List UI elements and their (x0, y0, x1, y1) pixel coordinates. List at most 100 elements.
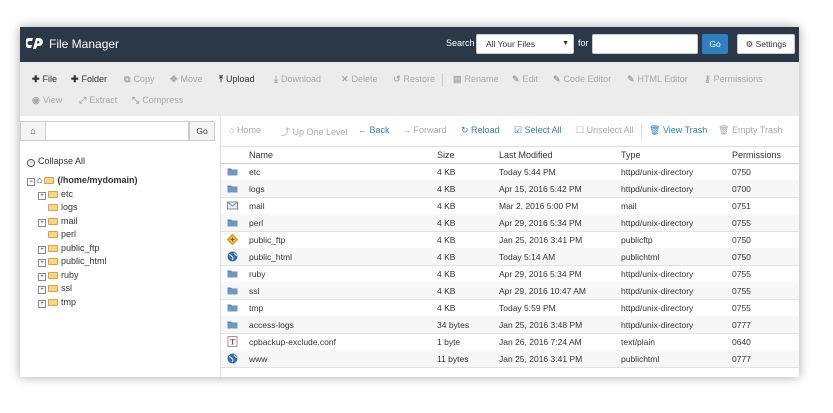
new-file-button[interactable]: ✚ File (32, 74, 57, 85)
permissions-label: Permissions (713, 74, 763, 84)
tree-item-etc[interactable]: + etc (38, 189, 73, 200)
table-row[interactable]: logs 4 KB Apr 15, 2016 5:42 PM httpd/unix-d… (221, 180, 799, 198)
table-row[interactable]: public_ftp 4 KB Jan 25, 2016 3:41 PM public… (221, 231, 799, 249)
tree-item-ruby[interactable]: + ruby (38, 270, 79, 281)
tree-item-label: logs (61, 202, 78, 212)
move-button[interactable]: ✥ Move (170, 74, 203, 85)
tree-item-label: perl (61, 229, 77, 239)
view-trash-button[interactable]: 🗑︎ View Trash (649, 125, 707, 136)
tree-item-label: tmp (61, 297, 77, 307)
download-icon: ⤓ (274, 74, 278, 84)
table-row[interactable]: perl 4 KB Apr 29, 2016 5:34 PM httpd/unix-d… (221, 214, 799, 232)
permissions-cell: 0755 (732, 218, 751, 228)
table-row[interactable]: public_html 4 KB Today 5:14 AM publichtml 07… (221, 248, 799, 266)
search-go-button[interactable]: Go (702, 34, 728, 54)
path-go-button[interactable]: Go (189, 121, 215, 141)
home-icon: ⌂ (30, 126, 36, 136)
select-caret-icon: ▼ (562, 40, 569, 47)
copy-button[interactable]: ⧉ Copy (124, 74, 154, 85)
home-button[interactable]: ⌂ (20, 121, 46, 141)
table-row[interactable]: www 11 bytes Jan 25, 2016 3:41 PM publichtm… (221, 350, 799, 368)
last-modified-cell: Jan 25, 2016 3:48 PM (499, 320, 583, 330)
empty-trash-button[interactable]: 🗑︎ Empty Trash (718, 125, 782, 136)
home-nav-button[interactable]: ⌂ Home (229, 125, 261, 135)
folder-icon (227, 166, 238, 177)
search-input[interactable] (592, 34, 698, 54)
gear-icon: ⚙ (745, 39, 754, 49)
back-button[interactable]: ← Back (358, 125, 390, 135)
column-header-permissions[interactable]: Permissions (732, 150, 781, 160)
directory-tree-pane: ⌂ Go − Collapse All − ⌂ (/home/mydomain) + e… (20, 116, 221, 377)
restore-button[interactable]: ↺ Restore (393, 74, 435, 85)
rename-button[interactable]: ▤ Rename (453, 74, 499, 85)
download-button[interactable]: ⤓ Download (274, 74, 321, 85)
file-type-cell: publichtml (621, 252, 660, 262)
permissions-button[interactable]: ⚷ Permissions (704, 74, 763, 85)
file-size-cell: 4 KB (437, 303, 456, 313)
folder-icon (48, 218, 58, 225)
tree-item-tmp[interactable]: + tmp (38, 297, 76, 308)
mail-icon (227, 200, 238, 211)
tree-item-label: etc (61, 189, 74, 199)
trash-icon: 🗑︎ (718, 125, 732, 135)
text-file-icon: T (227, 336, 238, 347)
column-header-type[interactable]: Type (621, 150, 641, 160)
column-header-size[interactable]: Size (437, 150, 455, 160)
last-modified-cell: Apr 29, 2016 5:34 PM (499, 269, 582, 279)
file-size-cell: 4 KB (437, 167, 456, 177)
code-editor-button[interactable]: ✎ Code Editor (553, 74, 611, 85)
extract-button[interactable]: ⤢ Extract (79, 95, 117, 106)
tree-item-public-html[interactable]: + public_html (38, 256, 107, 267)
table-row[interactable]: ruby 4 KB Apr 29, 2016 5:34 PM httpd/unix-d… (221, 265, 799, 283)
tree-item-mail[interactable]: + mail (38, 216, 78, 227)
file-name-cell: ruby (249, 269, 266, 279)
empty-trash-label: Empty Trash (731, 125, 783, 135)
table-row[interactable]: etc 4 KB Today 5:44 PM httpd/unix-directory… (221, 163, 799, 181)
html-editor-button[interactable]: ✎ HTML Editor (627, 74, 688, 85)
delete-button[interactable]: ✕ Delete (341, 74, 378, 85)
search-scope-select[interactable]: All Your Files ▼ (476, 34, 574, 54)
file-name-cell: mail (249, 201, 265, 211)
upload-button[interactable]: ⤒ Upload (219, 74, 255, 85)
edit-label: Edit (522, 74, 539, 84)
path-input[interactable] (46, 121, 189, 141)
expand-toggle-icon: + (38, 246, 46, 254)
tree-root[interactable]: − ⌂ (/home/mydomain) (27, 175, 137, 186)
column-header-name[interactable]: Name (249, 150, 273, 160)
compress-button[interactable]: ⤡ Compress (132, 95, 183, 106)
select-all-button[interactable]: ☑ Select All (514, 125, 562, 136)
edit-button[interactable]: ✎ Edit (512, 74, 538, 85)
html-editor-label: HTML Editor (637, 74, 688, 84)
reload-button[interactable]: ↻ Reload (461, 125, 500, 136)
move-icon: ✥ (170, 74, 178, 84)
up-one-level-button[interactable]: ⤴ Up One Level (281, 125, 348, 138)
unselect-all-button[interactable]: ☐ Unselect All (576, 125, 634, 136)
copy-icon: ⧉ (124, 74, 131, 84)
table-row[interactable]: ssl 4 KB Apr 29, 2016 10:47 AM httpd/unix-d… (221, 282, 799, 300)
view-label: View (42, 95, 63, 105)
plus-icon: ✚ (71, 74, 79, 84)
table-row[interactable]: tmp 4 KB Today 5:59 PM httpd/unix-directory… (221, 299, 799, 317)
table-row[interactable]: Tcpbackup-exclude.conf 1 byte Jan 26, 2016… (221, 333, 799, 351)
table-row[interactable]: mail 4 KB Mar 2, 2016 5:00 PM mail 0751 (221, 197, 799, 215)
folder-icon (227, 319, 238, 330)
collapse-all-link[interactable]: − Collapse All (27, 156, 85, 167)
file-size-cell: 4 KB (437, 184, 456, 194)
tree-item-perl[interactable]: perl (38, 229, 76, 239)
column-header-last-modified[interactable]: Last Modified (499, 150, 553, 160)
tree-item-public-ftp[interactable]: + public_ftp (38, 243, 100, 254)
table-row[interactable]: access-logs 34 bytes Jan 25, 2016 3:48 PM h… (221, 316, 799, 334)
tree-item-ssl[interactable]: + ssl (38, 283, 72, 294)
file-size-cell: 4 KB (437, 252, 456, 262)
new-folder-button[interactable]: ✚ Folder (71, 74, 107, 85)
permissions-cell: 0755 (732, 286, 751, 296)
view-button[interactable]: ◉ View (32, 95, 62, 106)
tree-item-logs[interactable]: logs (38, 202, 78, 212)
header-bar: File Manager Search All Your Files ▼ for… (20, 27, 799, 62)
cpanel-logo[interactable] (26, 36, 44, 50)
forward-button[interactable]: → Forward (402, 125, 447, 135)
file-type-cell: httpd/unix-directory (621, 269, 694, 279)
settings-button[interactable]: ⚙ Settings (737, 34, 795, 54)
collapse-toggle-icon: − (27, 178, 35, 186)
file-type-cell: text/plain (621, 337, 656, 347)
